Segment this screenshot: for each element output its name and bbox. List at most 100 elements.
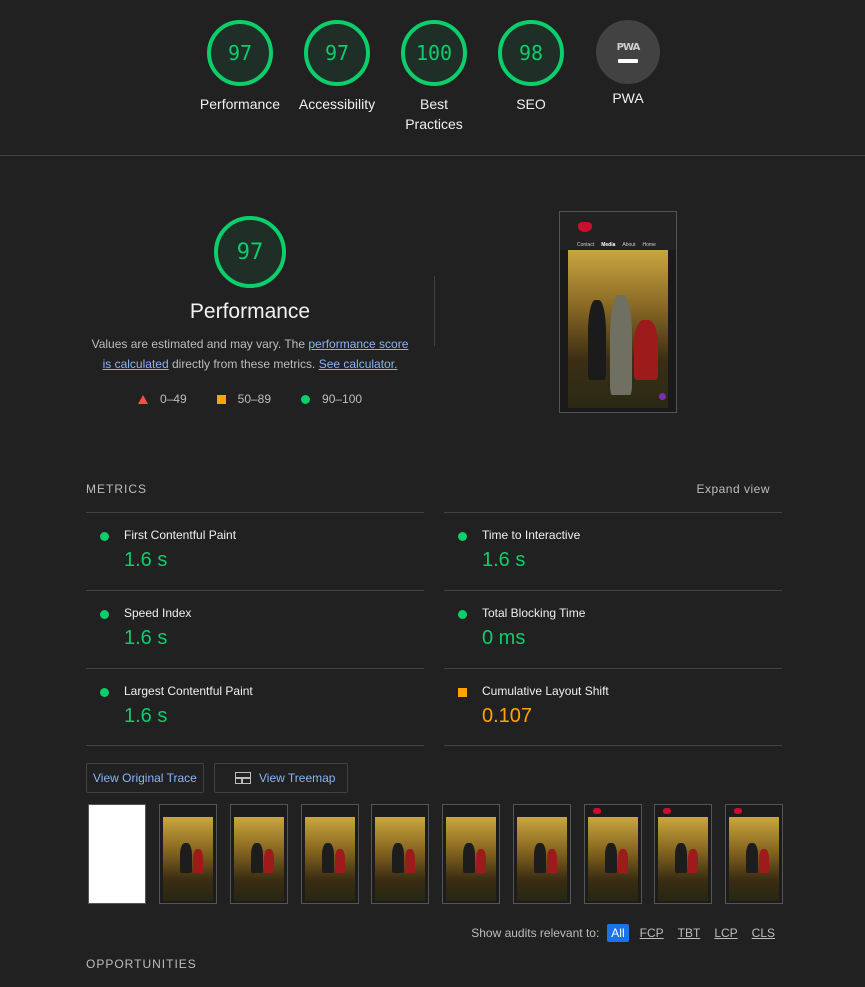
metrics-heading: METRICS (86, 482, 147, 496)
figure-shape (180, 843, 192, 873)
metric-name: Total Blocking Time (482, 606, 586, 620)
divider (444, 745, 782, 746)
legend-label: 50–89 (237, 392, 272, 406)
performance-title: Performance (189, 300, 311, 323)
preview-nav: Contact Media About Home (560, 212, 676, 250)
metric-lcp: Largest Contentful Paint 1.6 s (86, 668, 424, 746)
final-screenshot[interactable]: Contact Media About Home (559, 211, 677, 413)
expand-view-toggle[interactable]: Expand view (696, 482, 770, 496)
figure-shape (688, 849, 698, 873)
filter-chip-tbt[interactable]: TBT (675, 925, 704, 941)
theatre-mask-icon (593, 808, 601, 814)
figure-shape (264, 849, 274, 873)
figure-shape (251, 843, 263, 873)
preview-photo (568, 250, 668, 408)
pass-circle-icon (458, 532, 467, 541)
average-square-icon (216, 394, 226, 404)
metric-name: Speed Index (124, 606, 192, 620)
figure-shape (634, 320, 658, 380)
pwa-badge-icon: PWA (596, 20, 660, 84)
category-gauges: 97 Performance 97 Accessibility 100 Best… (0, 0, 865, 156)
view-treemap-button[interactable]: View Treemap (214, 763, 348, 793)
see-calculator-link[interactable]: See calculator. (319, 357, 398, 371)
preview-nav-links: Contact Media About Home (577, 242, 656, 248)
view-original-trace-button[interactable]: View Original Trace (86, 763, 204, 793)
badge-icon (659, 393, 666, 400)
filmstrip-frame (584, 804, 642, 904)
metric-value: 0.107 (482, 705, 533, 727)
filmstrip-frame (442, 804, 500, 904)
figure-shape (193, 849, 203, 873)
metric-name: Cumulative Layout Shift (482, 684, 609, 698)
score-value: 97 (227, 41, 253, 65)
filter-chip-all[interactable]: All (607, 924, 629, 942)
gauge-accessibility[interactable]: 97 Accessibility (282, 20, 392, 114)
legend-label: 90–100 (322, 392, 363, 406)
metric-cls: Cumulative Layout Shift 0.107 (444, 668, 782, 746)
legend-pass: 90–100 (301, 392, 362, 406)
fail-triangle-icon (137, 394, 148, 404)
pass-circle-icon (100, 688, 109, 697)
filmstrip-frame (301, 804, 359, 904)
pass-circle-icon (100, 610, 109, 619)
gauge-label: PWA (612, 90, 644, 106)
theatre-mask-icon (578, 222, 592, 232)
figure-shape (605, 843, 617, 873)
desc-text: Values are estimated and may vary. The (91, 337, 309, 351)
metric-tbt: Total Blocking Time 0 ms (444, 590, 782, 668)
divider (434, 276, 435, 346)
figure-shape (588, 300, 606, 380)
metric-value: 1.6 s (124, 705, 168, 727)
filter-chip-lcp[interactable]: LCP (711, 925, 740, 941)
pass-circle-icon (458, 610, 467, 619)
filmstrip-frame (230, 804, 288, 904)
figure-shape (392, 843, 404, 873)
pwa-badge-text: PWA (616, 41, 641, 53)
treemap-icon (235, 772, 251, 784)
metric-tti: Time to Interactive 1.6 s (444, 512, 782, 590)
metric-name: Time to Interactive (482, 528, 581, 542)
figure-shape (463, 843, 475, 873)
opportunities-heading: OPPORTUNITIES (86, 957, 197, 971)
figure-shape (675, 843, 687, 873)
metric-fcp: First Contentful Paint 1.6 s (86, 512, 424, 590)
gauge-performance[interactable]: 97 Performance (185, 20, 295, 114)
filter-chip-cls[interactable]: CLS (749, 925, 778, 941)
performance-description: Values are estimated and may vary. The p… (86, 334, 414, 374)
gauge-best-practices[interactable]: 100 Best Practices (379, 20, 489, 134)
desc-text: directly from these metrics. (168, 357, 319, 371)
gauge-pwa[interactable]: PWA PWA (573, 20, 683, 108)
filter-chip-fcp[interactable]: FCP (637, 925, 667, 941)
score-ring: 97 (207, 20, 273, 86)
gauge-label-line: Practices (405, 116, 463, 132)
audit-filter: Show audits relevant to: All FCP TBT LCP… (471, 924, 778, 942)
gauge-label: Accessibility (298, 96, 376, 112)
filmstrip-frame (654, 804, 712, 904)
score-value: 97 (236, 239, 264, 265)
score-value: 98 (518, 41, 544, 65)
metric-value: 1.6 s (482, 549, 526, 571)
figure-shape (335, 849, 345, 873)
gauge-label: Best Practices (379, 94, 489, 134)
pass-circle-icon (301, 394, 311, 404)
gauge-label-line: Best (419, 96, 448, 112)
gauge-seo[interactable]: 98 SEO (476, 20, 586, 114)
preview-nav-link: Media (601, 242, 616, 248)
filmstrip-frame (371, 804, 429, 904)
average-square-icon (458, 688, 467, 697)
preview-nav-link: About (622, 242, 636, 248)
filmstrip-frame (88, 804, 146, 904)
metric-speed-index: Speed Index 1.6 s (86, 590, 424, 668)
filmstrip-frame (159, 804, 217, 904)
metric-name: Largest Contentful Paint (124, 684, 253, 698)
metric-value: 1.6 s (124, 549, 168, 571)
legend-fail: 0–49 (137, 392, 187, 406)
gauge-label: SEO (516, 96, 546, 112)
figure-shape (405, 849, 415, 873)
filmstrip-frame (513, 804, 571, 904)
divider (86, 745, 424, 746)
figure-shape (322, 843, 334, 873)
gauge-label: Performance (199, 96, 281, 112)
theatre-mask-icon (734, 808, 742, 814)
figure-shape (476, 849, 486, 873)
